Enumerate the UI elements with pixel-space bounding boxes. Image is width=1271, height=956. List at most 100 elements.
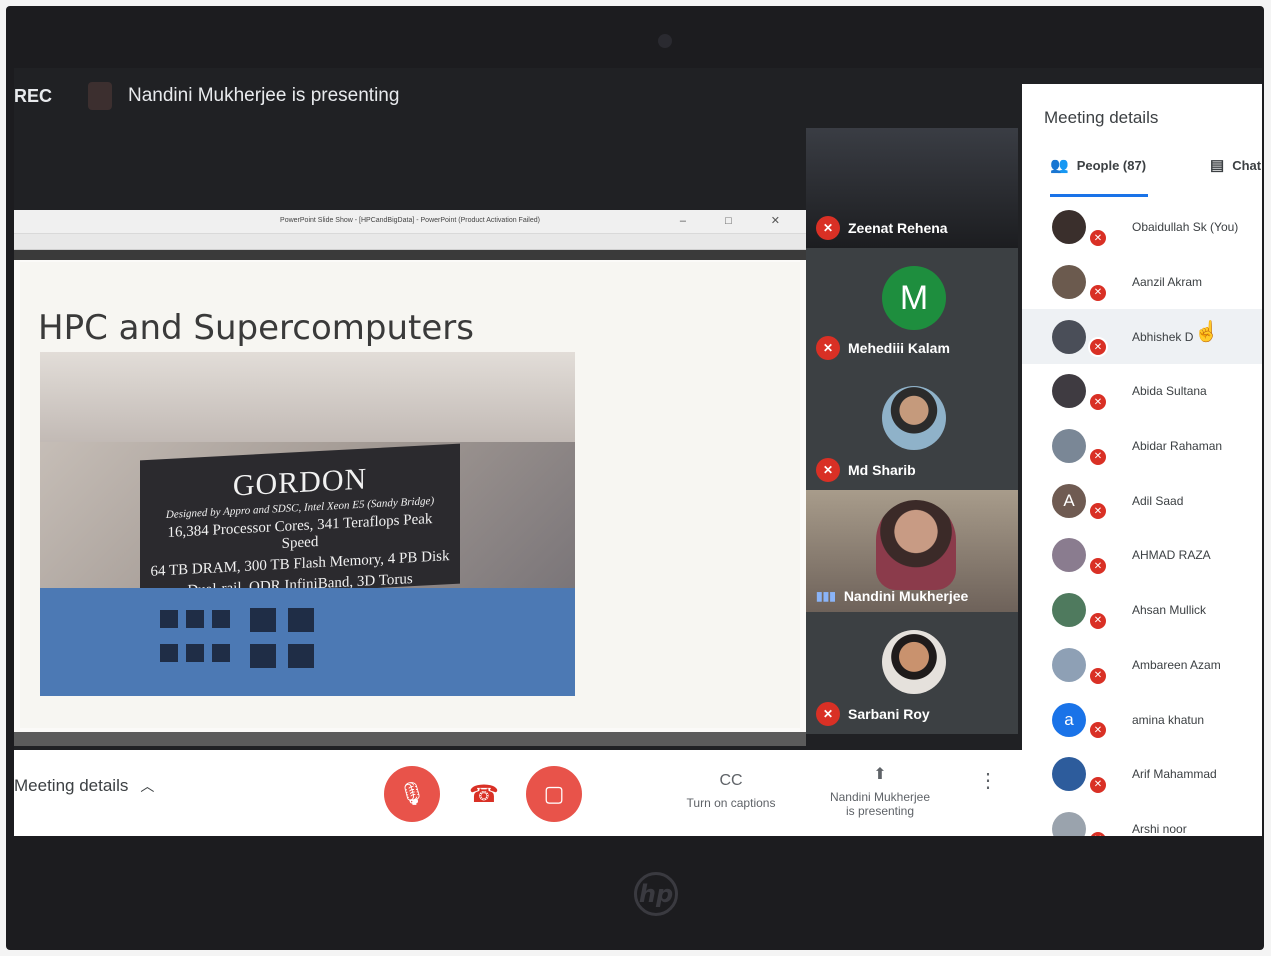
speaking-icon: ▮▮▮ [816, 589, 836, 603]
list-item[interactable]: ✕ Abida Sultana [1022, 364, 1262, 419]
avatar: A [1052, 483, 1086, 518]
meeting-details-label: Meeting details [14, 776, 129, 795]
mic-off-icon: ✕ [1088, 501, 1108, 522]
avatar [882, 630, 946, 694]
bottom-bar: Meeting details ︿ 🎙 ☎ ▢ CC Turn on capti… [14, 750, 1022, 836]
avatar [1052, 593, 1086, 628]
webcam [658, 34, 672, 48]
shared-screen: PowerPoint Slide Show - [HPCandBigData] … [14, 210, 806, 746]
tile-zeenat[interactable]: ✕ Zeenat Rehena [806, 128, 1018, 248]
participant-name: Arshi noor [1132, 821, 1187, 836]
tab-people[interactable]: 👥 People (87) [1050, 156, 1146, 174]
mic-off-icon: ✕ [816, 336, 840, 360]
chevron-up-icon: ︿ [140, 778, 155, 794]
rack-block [186, 644, 204, 662]
list-item[interactable]: ✕ Arif Mahammad [1022, 747, 1262, 802]
avatar [1052, 647, 1086, 682]
participant-name: Ahsan Mullick [1132, 603, 1207, 618]
list-item[interactable]: ✕ AHMAD RAZA [1022, 528, 1262, 583]
tile-md-sharib[interactable]: ✕ Md Sharib [806, 368, 1018, 490]
avatar [882, 386, 946, 450]
avatar [1052, 265, 1086, 300]
phone-hangup-icon: ☎ [469, 780, 499, 808]
meeting-details-button[interactable]: Meeting details ︿ [14, 776, 154, 796]
powerpoint-ribbon [14, 234, 806, 250]
powerpoint-statusbar [14, 732, 806, 746]
participant-name: Aanzil Akram [1132, 275, 1203, 290]
participant-name: Abida Sultana [1132, 384, 1207, 399]
rack-block [160, 610, 178, 628]
participant-name: AHMAD RAZA [1132, 548, 1211, 563]
tile-name: ✕ Mehediii Kalam [816, 336, 950, 360]
participant-name: amina khatun [1132, 712, 1205, 727]
rack-block [288, 644, 314, 668]
rack-block [212, 644, 230, 662]
participant-name: Adil Saad [1132, 493, 1184, 508]
tab-people-label: People (87) [1076, 157, 1147, 173]
rack-block [160, 644, 178, 662]
participant-name: Ambareen Azam [1132, 657, 1221, 672]
people-icon: 👥 [1050, 157, 1069, 174]
rack-block [212, 610, 230, 628]
powerpoint-divider [14, 250, 806, 260]
tile-nandini[interactable]: ▮▮▮ Nandini Mukherjee [806, 490, 1018, 612]
mic-off-icon: ✕ [816, 216, 840, 240]
avatar [1052, 374, 1086, 409]
tab-indicator [1050, 194, 1148, 197]
participant-name: Nandini Mukherjee [843, 588, 969, 604]
rack-block [288, 608, 314, 632]
present-button[interactable]: ⬆ Nandini Mukherjee is presenting [820, 764, 940, 818]
camera-toggle-button[interactable]: ▢ [526, 766, 582, 822]
avatar: a [1052, 702, 1086, 737]
gordon-sign: GORDON Designed by Appro and SDSC, Intel… [140, 443, 460, 612]
present-screen-icon: ⬆ [873, 766, 887, 783]
mic-off-icon: ✕ [1088, 720, 1108, 741]
tile-sarbani[interactable]: ✕ Sarbani Roy [806, 612, 1018, 734]
mic-off-icon: ✕ [1088, 446, 1108, 467]
tile-name: ✕ Md Sharib [816, 458, 916, 482]
list-item[interactable]: ✕ Aanzil Akram [1022, 255, 1262, 310]
tile-name: ✕ Sarbani Roy [816, 702, 930, 726]
avatar [1052, 210, 1086, 245]
participant-name: Mehediii Kalam [848, 340, 950, 356]
presenting-status: Nandini Mukherjee is presenting [128, 85, 400, 106]
mic-off-icon: ✕ [1088, 337, 1108, 358]
meet-screen: REC Nandini Mukherjee is presenting Powe… [14, 68, 1262, 836]
more-options-icon[interactable]: ⋮ [978, 768, 998, 793]
avatar [1052, 319, 1086, 354]
presenting-label-1: Nandini Mukherjee [829, 790, 931, 804]
panel-tabs: 👥 People (87) ▤ Chat [1022, 156, 1262, 190]
captions-icon: CC [719, 772, 743, 789]
hand-cursor-icon: ☝ [1194, 321, 1219, 344]
captions-button[interactable]: CC Turn on captions [676, 772, 786, 810]
mic-toggle-button[interactable]: 🎙 [384, 766, 440, 822]
participant-tiles: ✕ Zeenat Rehena M ✕ Mehediii Kalam ✕ Md … [806, 128, 1018, 750]
participant-name: Abidar Rahaman [1132, 439, 1223, 454]
avatar [1052, 538, 1086, 573]
slide-photo: GORDON Designed by Appro and SDSC, Intel… [40, 352, 575, 696]
list-item[interactable]: ✕ Obaidullah Sk (You) [1022, 200, 1262, 255]
list-item[interactable]: a ✕ amina khatun [1022, 692, 1262, 747]
avatar: M [882, 266, 946, 330]
list-item[interactable]: ✕ Arshi noor [1022, 802, 1262, 836]
people-list: ✕ Obaidullah Sk (You) ✕ Aanzil Akram ✕ A… [1022, 200, 1262, 836]
tile-mehediii[interactable]: M ✕ Mehediii Kalam [806, 248, 1018, 368]
chat-icon: ▤ [1210, 157, 1225, 174]
rec-indicator: REC [14, 85, 53, 106]
mic-off-icon: ✕ [1088, 829, 1108, 836]
list-item[interactable]: ✕ Abidar Rahaman [1022, 419, 1262, 474]
rack-block [250, 644, 276, 668]
mic-off-icon: ✕ [1088, 282, 1108, 303]
list-item[interactable]: A ✕ Adil Saad [1022, 473, 1262, 528]
list-item[interactable]: ✕ Abhishek D ☝ [1022, 309, 1262, 365]
mic-off-icon: ✕ [816, 458, 840, 482]
leave-call-button[interactable]: ☎ [456, 766, 512, 822]
list-item[interactable]: ✕ Ambareen Azam [1022, 638, 1262, 693]
powerpoint-titlebar: PowerPoint Slide Show - [HPCandBigData] … [14, 210, 806, 234]
list-item[interactable]: ✕ Ahsan Mullick [1022, 583, 1262, 638]
server-racks [40, 588, 575, 696]
mic-off-icon: ✕ [1088, 556, 1108, 577]
tab-chat[interactable]: ▤ Chat [1210, 156, 1261, 174]
participant-name: Abhishek D [1132, 329, 1194, 344]
slide-title: HPC and Supercomputers [38, 308, 474, 348]
